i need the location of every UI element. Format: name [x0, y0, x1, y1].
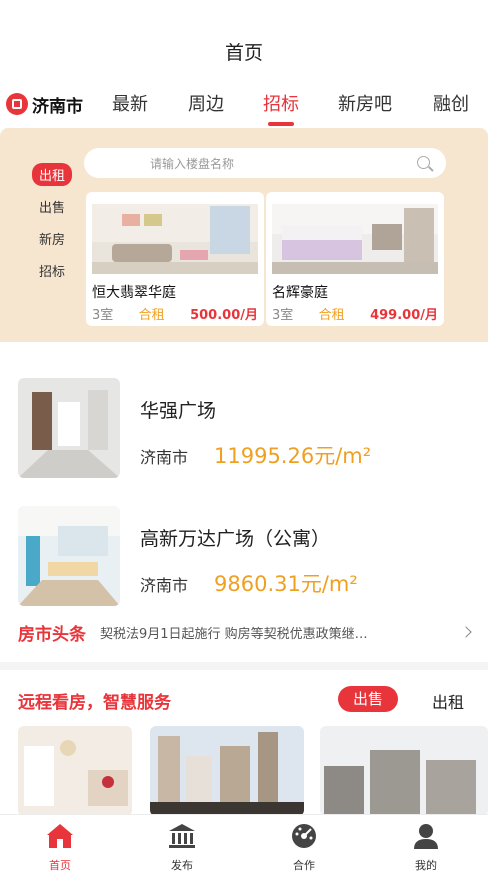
city-selector[interactable]: 济南市: [6, 90, 83, 118]
room-count: 3室: [92, 308, 114, 323]
publish-icon: [169, 824, 195, 848]
category-sale-label: 出售: [38, 200, 65, 216]
tab-rongchuang[interactable]: 融创: [433, 90, 469, 116]
property-photo: [18, 506, 120, 606]
home-icon: [47, 824, 73, 848]
gallery-photo[interactable]: [150, 726, 304, 816]
property-listing[interactable]: 高新万达广场（公寓） 济南市 9860.31元/m²: [18, 506, 470, 610]
cooperate-icon: [292, 824, 316, 848]
tabbar-profile-label: 我的: [415, 859, 437, 872]
tabbar-cooperate-label: 合作: [293, 859, 315, 872]
rental-price: 499.00/月: [370, 308, 438, 323]
top-bar: 首页: [0, 0, 488, 80]
category-new-house-label: 新房: [38, 232, 65, 248]
bottom-tab-bar: 首页 发布 合作 我的: [0, 814, 488, 874]
rental-card[interactable]: 恒大翡翠华庭 3室 合租 500.00/月: [86, 192, 264, 326]
promo-category-list: 出租 出售 新房 招标: [30, 158, 74, 286]
category-sale[interactable]: 出售: [30, 190, 74, 222]
category-bidding[interactable]: 招标: [30, 254, 74, 286]
profile-icon: [414, 824, 438, 849]
page-title: 首页: [224, 42, 263, 64]
category-bidding-label: 招标: [38, 264, 65, 280]
promo-panel: 出租 出售 新房 招标 请输入楼盘名称 恒大翡翠华庭 3室 合租 500.00/…: [0, 128, 488, 342]
remote-viewing-header: 远程看房，智慧服务 出售 出租: [18, 686, 470, 714]
property-price: 9860.31元/m²: [214, 572, 358, 596]
property-city: 济南市: [140, 448, 189, 467]
property-city: 济南市: [140, 576, 189, 595]
rental-price: 500.00/月: [190, 308, 258, 323]
news-title: 房市头条: [18, 624, 86, 645]
search-icon[interactable]: [417, 156, 430, 169]
filter-rent-button[interactable]: 出租: [432, 689, 464, 713]
city-label: 济南市: [32, 96, 83, 117]
listing-meta: 3室 合租 500.00/月: [92, 304, 258, 323]
top-tabs: 济南市 最新 周边 招标 新房吧 融创: [0, 82, 488, 128]
tab-nearby[interactable]: 周边: [188, 90, 224, 116]
search-placeholder: 请输入楼盘名称: [150, 157, 235, 171]
tabbar-home[interactable]: 首页: [20, 821, 100, 873]
search-input[interactable]: 请输入楼盘名称: [84, 148, 446, 178]
category-new-house[interactable]: 新房: [30, 222, 74, 254]
tabbar-home-label: 首页: [49, 859, 71, 872]
filter-sale-button[interactable]: 出售: [338, 686, 398, 712]
section-divider: [0, 662, 488, 670]
category-rent-label: 出租: [31, 162, 72, 186]
tabbar-cooperate[interactable]: 合作: [264, 821, 344, 873]
tabbar-profile[interactable]: 我的: [386, 821, 466, 873]
property-photo: [18, 378, 120, 478]
news-ticker[interactable]: 房市头条 契税法9月1日起施行 购房等契税优惠政策继…: [18, 618, 472, 646]
tabbar-publish[interactable]: 发布: [142, 821, 222, 873]
property-name: 华强广场: [140, 400, 217, 422]
rental-card[interactable]: 名辉豪庭 3室 合租 499.00/月: [266, 192, 444, 326]
section-title: 远程看房，智慧服务: [18, 693, 171, 713]
rental-type: 合租: [318, 308, 345, 323]
property-name: 高新万达广场（公寓）: [140, 528, 331, 550]
gallery-photo[interactable]: [320, 726, 488, 816]
news-headline[interactable]: 契税法9月1日起施行 购房等契税优惠政策继…: [100, 623, 454, 642]
tabbar-publish-label: 发布: [171, 859, 193, 872]
chevron-right-icon[interactable]: [460, 626, 472, 638]
gallery-photo[interactable]: [18, 726, 132, 816]
room-count: 3室: [272, 308, 294, 323]
location-icon: [6, 93, 28, 115]
rental-type: 合租: [138, 308, 165, 323]
room-photo: [92, 204, 258, 274]
tab-new-house[interactable]: 新房吧: [338, 90, 392, 116]
tab-bidding[interactable]: 招标: [263, 90, 299, 116]
property-gallery: [0, 726, 488, 816]
property-listing[interactable]: 华强广场 济南市 11995.26元/m²: [18, 378, 470, 482]
listing-name: 恒大翡翠华庭: [92, 285, 176, 301]
active-tab-indicator: [268, 122, 294, 126]
listing-meta: 3室 合租 499.00/月: [272, 304, 438, 323]
tab-latest[interactable]: 最新: [112, 90, 148, 116]
listing-name: 名辉豪庭: [272, 285, 328, 301]
category-rent[interactable]: 出租: [30, 158, 74, 190]
property-price: 11995.26元/m²: [214, 444, 372, 468]
room-photo: [272, 204, 438, 274]
